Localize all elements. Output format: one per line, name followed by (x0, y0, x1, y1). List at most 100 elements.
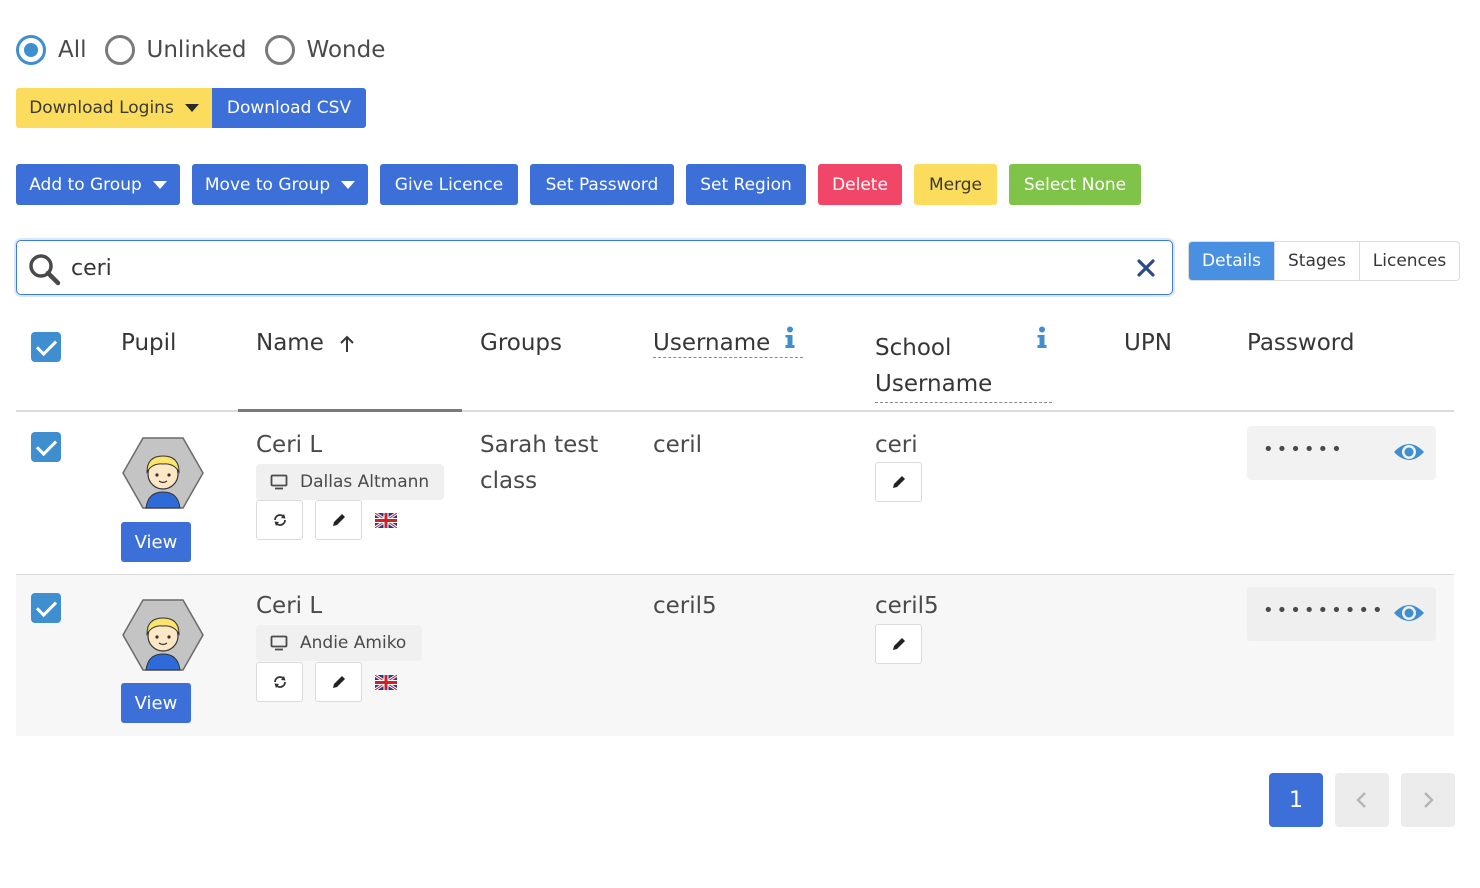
header-username-label: Username (653, 330, 803, 358)
chevron-right-icon (1424, 792, 1434, 808)
header-school-username-line1: School (875, 335, 952, 361)
edit-pupil-button[interactable] (315, 500, 362, 540)
tab-details[interactable]: Details (1189, 242, 1275, 280)
search-bar (16, 240, 1173, 295)
search-icon (29, 254, 61, 286)
header-name[interactable]: Name (256, 330, 324, 356)
uk-flag-icon (375, 675, 397, 690)
sort-ascending-icon (340, 335, 354, 352)
download-logins-label: Download Logins (29, 98, 174, 118)
pupil-filter-radio-group: All Unlinked Wonde (16, 32, 403, 68)
filter-unlinked-radio[interactable] (104, 35, 135, 65)
add-to-group-dropdown[interactable]: Add to Group (16, 164, 180, 205)
search-input[interactable] (71, 249, 1111, 287)
monitor-icon (270, 635, 288, 651)
pupil-username: ceril5 (653, 593, 717, 619)
filter-wonde-option[interactable]: Wonde (264, 35, 386, 65)
pagination-next[interactable] (1401, 773, 1455, 827)
table-row (16, 412, 1454, 574)
password-mask: ••••••••• (1263, 600, 1386, 621)
monitor-icon (270, 474, 288, 490)
give-licence-button[interactable]: Give Licence (380, 164, 518, 205)
pupil-name: Ceri L (256, 432, 323, 458)
filter-wonde-label: Wonde (306, 37, 386, 63)
password-field: ••••••••• (1247, 587, 1436, 641)
tab-licences[interactable]: Licences (1360, 242, 1459, 280)
teacher-name: Andie Amiko (300, 633, 407, 653)
header-username[interactable]: Username (653, 330, 803, 363)
teacher-name: Dallas Altmann (300, 472, 430, 492)
header-upn[interactable]: UPN (1124, 330, 1172, 356)
set-region-label: Set Region (700, 174, 792, 195)
select-none-button[interactable]: Select None (1009, 164, 1141, 205)
group-name-line2: class (480, 468, 538, 494)
edit-school-username-button[interactable] (875, 624, 922, 664)
merge-label: Merge (928, 174, 983, 195)
delete-button[interactable]: Delete (818, 164, 902, 205)
move-to-group-label: Move to Group (204, 174, 331, 195)
pencil-icon (892, 476, 905, 488)
delete-label: Delete (832, 174, 888, 195)
chevron-left-icon (1356, 792, 1366, 808)
caret-down-icon (341, 180, 356, 189)
header-school-username-line2: Username (875, 366, 1052, 403)
header-groups[interactable]: Groups (480, 330, 562, 356)
pupil-avatar (122, 599, 204, 671)
password-mask: •••••• (1263, 439, 1345, 460)
filter-all-label: All (58, 37, 87, 63)
view-pupil-button[interactable]: View (121, 683, 191, 723)
set-region-button[interactable]: Set Region (686, 164, 806, 205)
caret-down-icon (152, 180, 167, 189)
download-logins-dropdown[interactable]: Download Logins (16, 88, 212, 128)
refresh-icon (273, 514, 286, 526)
school-username: ceril5 (875, 593, 939, 619)
add-to-group-label: Add to Group (29, 174, 142, 195)
move-to-group-dropdown[interactable]: Move to Group (192, 164, 368, 205)
set-password-button[interactable]: Set Password (530, 164, 674, 205)
row-select-checkbox[interactable] (31, 432, 61, 462)
view-pupil-button[interactable]: View (121, 522, 191, 562)
username-info-icon[interactable] (784, 326, 796, 350)
school-username: ceri (875, 432, 918, 458)
download-csv-button[interactable]: Download CSV (212, 88, 366, 128)
eye-icon[interactable] (1392, 600, 1426, 626)
uk-flag-icon (375, 513, 397, 528)
pencil-icon (332, 676, 345, 688)
reset-login-button[interactable] (256, 500, 303, 540)
pagination-previous[interactable] (1335, 773, 1389, 827)
header-name-label: Name (256, 330, 324, 356)
merge-button[interactable]: Merge (914, 164, 997, 205)
pupil-name: Ceri L (256, 593, 323, 619)
set-password-label: Set Password (545, 174, 659, 195)
pupil-groups: Sarah test class (480, 427, 598, 499)
filter-unlinked-option[interactable]: Unlinked (104, 35, 247, 65)
header-pupil[interactable]: Pupil (121, 330, 176, 356)
refresh-icon (273, 676, 286, 688)
give-licence-label: Give Licence (394, 174, 504, 195)
teacher-tag: Andie Amiko (256, 625, 422, 661)
select-all-checkbox[interactable] (31, 332, 61, 362)
row-select-checkbox[interactable] (31, 593, 61, 623)
pencil-icon (332, 514, 345, 526)
filter-all-radio[interactable] (16, 35, 46, 65)
header-school-username[interactable]: School Username (875, 330, 1052, 403)
filter-wonde-radio[interactable] (264, 35, 295, 65)
tab-stages[interactable]: Stages (1275, 242, 1360, 280)
edit-school-username-button[interactable] (875, 462, 922, 502)
pagination-page-1[interactable]: 1 (1269, 773, 1323, 827)
eye-icon[interactable] (1392, 439, 1426, 465)
school-username-info-icon[interactable] (1036, 326, 1048, 350)
edit-pupil-button[interactable] (315, 662, 362, 702)
teacher-tag: Dallas Altmann (256, 464, 444, 500)
view-mode-tabs: Details Stages Licences (1188, 241, 1460, 281)
header-password[interactable]: Password (1247, 330, 1354, 356)
pencil-icon (892, 638, 905, 650)
close-icon[interactable] (1136, 258, 1156, 278)
reset-login-button[interactable] (256, 662, 303, 702)
caret-down-icon (184, 104, 199, 112)
group-name-line1: Sarah test (480, 432, 599, 458)
select-none-label: Select None (1023, 174, 1127, 195)
filter-unlinked-label: Unlinked (146, 37, 247, 63)
pupil-avatar (122, 437, 204, 509)
filter-all-option[interactable]: All (16, 35, 87, 65)
